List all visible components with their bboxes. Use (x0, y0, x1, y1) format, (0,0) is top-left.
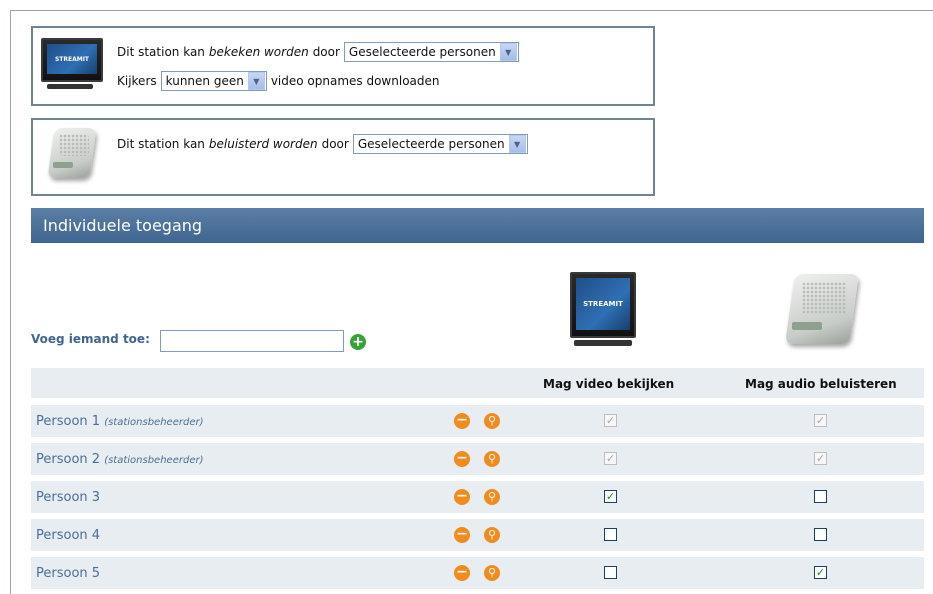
minus-circle-icon[interactable]: − (454, 451, 470, 467)
video-line2-prefix: Kijkers (117, 74, 157, 88)
person-name-text: Persoon 2 (36, 452, 101, 467)
audio-listeners-select[interactable]: Geselecteerde personen ▼ (352, 134, 528, 154)
video-line1-prefix: Dit station kan (117, 45, 205, 59)
video-line2-suffix: video opnames downloaden (270, 74, 440, 88)
tv-icon: STREAMIT (41, 34, 103, 96)
minus-circle-icon[interactable]: − (454, 527, 470, 543)
audio-listeners-select-value: Geselecteerde personen (357, 137, 505, 151)
search-icon[interactable]: ⚲ (484, 527, 500, 543)
download-permission-select-value: kunnen geen (165, 74, 244, 88)
column-header-video: Mag video bekijken (543, 377, 675, 391)
audio-line1-prefix: Dit station kan (117, 137, 205, 151)
audio-checkbox: ✓ (814, 414, 827, 427)
person-name[interactable]: Persoon 1 (stationsbeheerder) (36, 414, 203, 429)
video-line1-suffix: door (312, 45, 340, 59)
video-line1-emphasis: bekeken worden (208, 45, 309, 59)
person-role: (stationsbeheerder) (104, 417, 204, 428)
person-name[interactable]: Persoon 3 (36, 490, 100, 505)
search-icon[interactable]: ⚲ (484, 489, 500, 505)
person-name-text: Persoon 5 (36, 566, 101, 581)
section-header: Individuele toegang (31, 208, 924, 243)
minus-circle-icon[interactable]: − (454, 413, 470, 429)
table-row: Persoon 1 (stationsbeheerder) − ⚲ ✓ ✓ (31, 405, 924, 437)
person-name[interactable]: Persoon 2 (stationsbeheerder) (36, 452, 203, 467)
radio-icon (43, 126, 101, 186)
table-row: Persoon 3 − ⚲ ✓ (31, 481, 924, 513)
tv-column-icon: STREAMIT (570, 272, 636, 356)
column-header-audio: Mag audio beluisteren (745, 377, 897, 391)
search-icon[interactable]: ⚲ (484, 413, 500, 429)
audio-access-box: Dit station kan beluisterd worden door G… (31, 118, 655, 196)
audio-checkbox[interactable] (814, 528, 827, 541)
plus-circle-icon[interactable]: + (350, 334, 366, 350)
video-checkbox[interactable] (604, 566, 617, 579)
audio-checkbox[interactable]: ✓ (814, 566, 827, 579)
tv-column-logo-text: STREAMIT (583, 300, 623, 308)
person-role: (stationsbeheerder) (104, 455, 204, 466)
person-name[interactable]: Persoon 5 (36, 566, 100, 581)
video-checkbox: ✓ (604, 414, 617, 427)
chevron-down-icon[interactable]: ▼ (499, 43, 517, 61)
video-checkbox[interactable]: ✓ (604, 490, 617, 503)
add-person-label: Voeg iemand toe: (31, 332, 150, 346)
video-checkbox: ✓ (604, 452, 617, 465)
person-name-text: Persoon 1 (36, 414, 101, 429)
table-row: Persoon 5 − ⚲ ✓ (31, 557, 924, 589)
frame-left-border (10, 10, 11, 594)
table-row: Persoon 2 (stationsbeheerder) − ⚲ ✓ ✓ (31, 443, 924, 475)
person-name[interactable]: Persoon 4 (36, 528, 100, 543)
person-name-text: Persoon 3 (36, 490, 101, 505)
video-access-box: STREAMIT Dit station kan bekeken worden … (31, 26, 655, 106)
video-checkbox[interactable] (604, 528, 617, 541)
video-line-1: Dit station kan bekeken worden door Gese… (117, 42, 519, 62)
audio-line1-suffix: door (321, 137, 349, 151)
search-icon[interactable]: ⚲ (484, 565, 500, 581)
audio-line-1: Dit station kan beluisterd worden door G… (117, 134, 528, 154)
table-header: Mag video bekijken Mag audio beluisteren (31, 368, 924, 398)
add-person-input[interactable] (160, 330, 344, 352)
radio-column-icon (776, 270, 866, 356)
tv-logo-text: STREAMIT (54, 55, 90, 63)
video-line-2: Kijkers kunnen geen ▼ video opnames down… (117, 71, 440, 91)
chevron-down-icon[interactable]: ▼ (247, 72, 265, 90)
audio-checkbox: ✓ (814, 452, 827, 465)
audio-checkbox[interactable] (814, 490, 827, 503)
person-name-text: Persoon 4 (36, 528, 101, 543)
minus-circle-icon[interactable]: − (454, 489, 470, 505)
frame-top-border (10, 10, 933, 11)
table-row: Persoon 4 − ⚲ (31, 519, 924, 551)
video-viewers-select-value: Geselecteerde personen (348, 45, 496, 59)
audio-line1-emphasis: beluisterd worden (208, 137, 318, 151)
chevron-down-icon[interactable]: ▼ (508, 135, 526, 153)
section-header-title: Individuele toegang (43, 216, 203, 235)
minus-circle-icon[interactable]: − (454, 565, 470, 581)
video-viewers-select[interactable]: Geselecteerde personen ▼ (343, 42, 519, 62)
search-icon[interactable]: ⚲ (484, 451, 500, 467)
download-permission-select[interactable]: kunnen geen ▼ (160, 71, 267, 91)
